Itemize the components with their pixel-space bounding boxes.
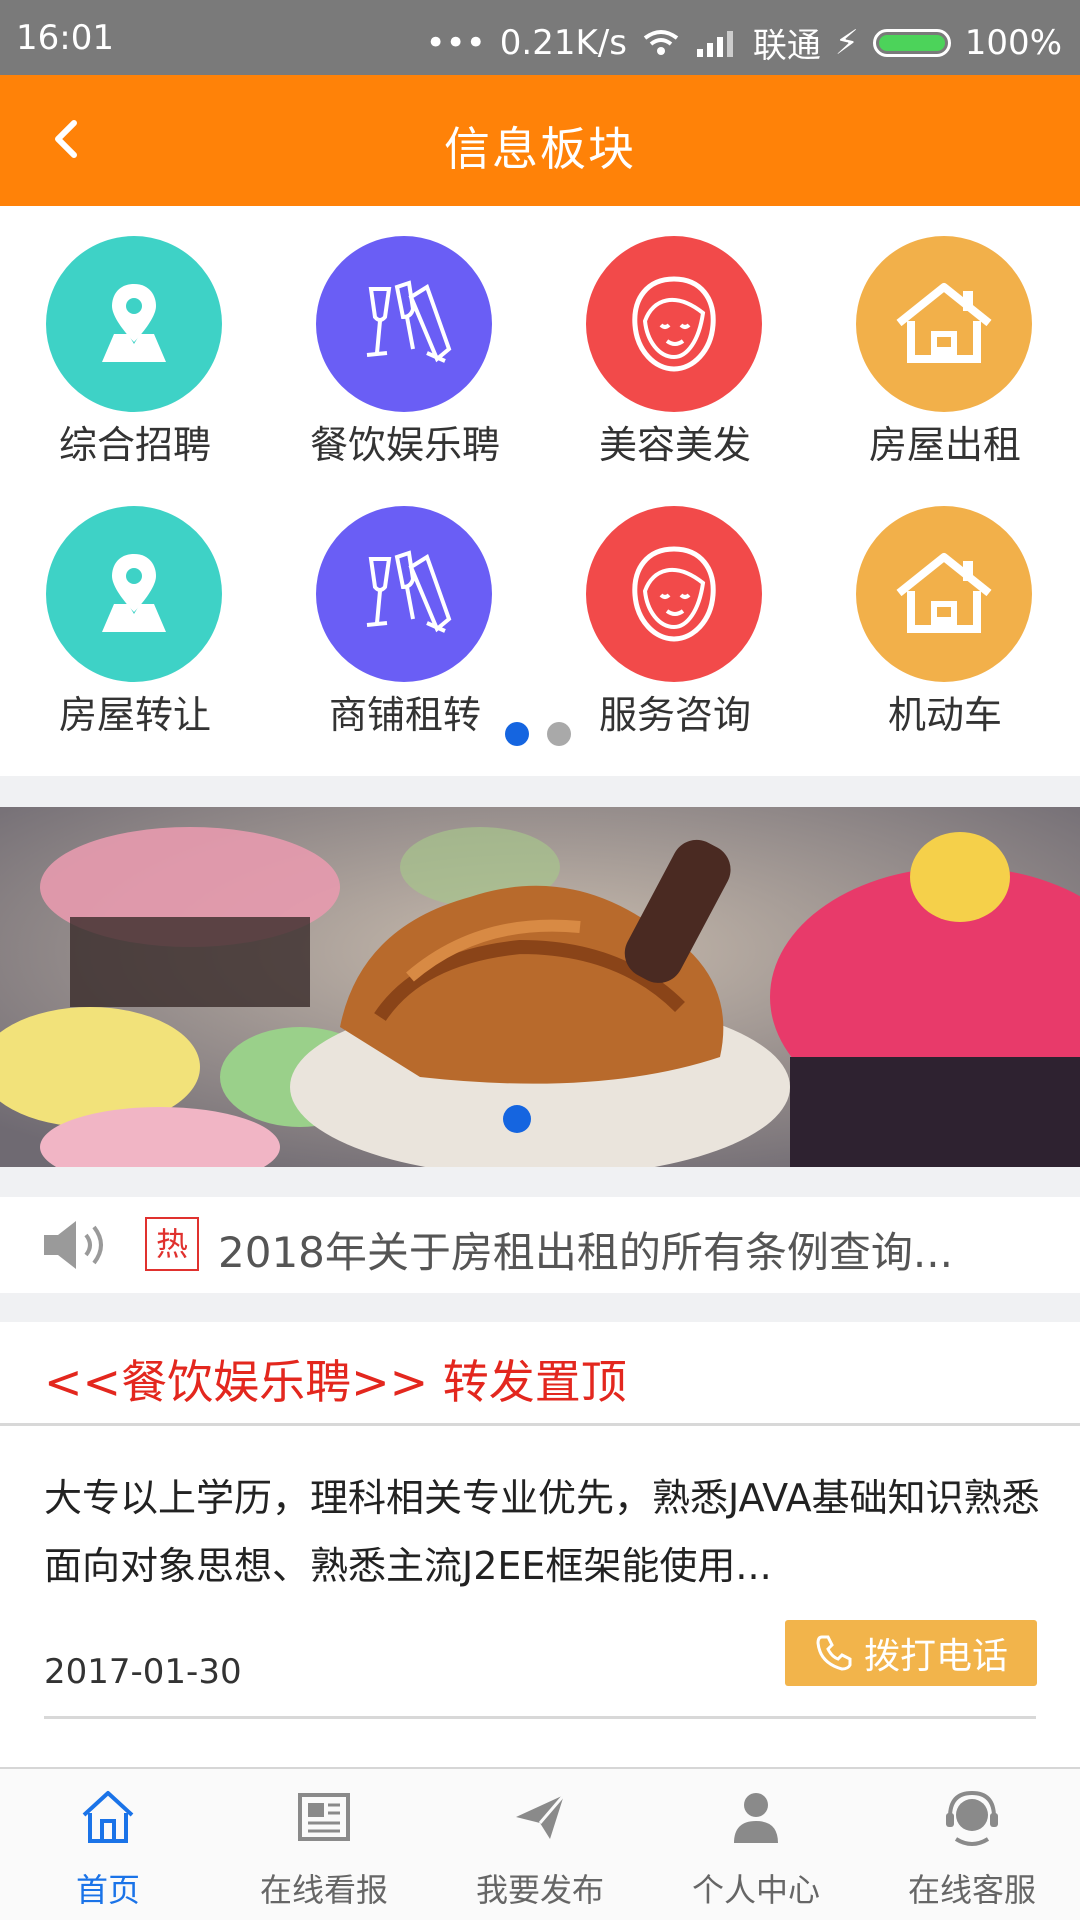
- paper-plane-icon: [516, 1794, 566, 1839]
- app-header: 信息板块: [0, 75, 1080, 206]
- banner-pager-dot[interactable]: [503, 1105, 531, 1133]
- category-label: 综合招聘: [58, 423, 211, 467]
- category-label: 服务咨询: [598, 693, 751, 737]
- divider: [0, 1423, 1080, 1426]
- tab-profile[interactable]: 个人中心: [648, 1769, 864, 1920]
- phone-icon: [816, 1635, 852, 1671]
- network-speed: 0.21K/s: [499, 22, 627, 63]
- category-label: 房屋转让: [58, 693, 211, 737]
- house-icon: [856, 506, 1032, 682]
- category-item[interactable]: 餐饮娱乐聘: [270, 206, 540, 476]
- speaker-icon: [44, 1221, 103, 1269]
- home-icon: [82, 1791, 134, 1843]
- house-icon: [856, 236, 1032, 412]
- category-grid: 综合招聘 餐饮娱乐聘 美容美发 房屋出租 房屋转让 商铺租转 服务咨询 机动车: [0, 206, 1080, 776]
- category-label: 商铺租转: [328, 693, 481, 737]
- champagne-icon: [316, 506, 492, 682]
- status-bar: 16:01 ••• 0.21K/s 联通 ⚡ 100%: [0, 0, 1080, 75]
- notice-text[interactable]: 2018年关于房租出租的所有条例查询...: [218, 1219, 953, 1280]
- category-label: 餐饮娱乐聘: [309, 423, 500, 467]
- post-card[interactable]: <<餐饮娱乐聘>> 转发置顶 大专以上学历，理科相关专业优先，熟悉JAVA基础知…: [0, 1322, 1080, 1767]
- tab-label: 个人中心: [691, 1871, 820, 1909]
- banner-image: [0, 807, 1080, 1167]
- status-time: 16:01: [16, 18, 114, 58]
- face-icon: [586, 236, 762, 412]
- post-body[interactable]: 大专以上学历，理科相关专业优先，熟悉JAVA基础知识熟悉面向对象思想、熟悉主流J…: [44, 1464, 1044, 1600]
- promo-banner[interactable]: [0, 807, 1080, 1167]
- divider: [44, 1716, 1036, 1719]
- tab-publish[interactable]: 我要发布: [432, 1769, 648, 1920]
- pager-dot-active[interactable]: [505, 722, 529, 746]
- category-label: 机动车: [887, 693, 1002, 737]
- tab-label: 在线客服: [907, 1871, 1036, 1909]
- post-date: 2017-01-30: [44, 1652, 242, 1692]
- newspaper-icon: [298, 1793, 350, 1841]
- carrier-name: 联通: [752, 26, 821, 66]
- tab-support[interactable]: 在线客服: [864, 1769, 1080, 1920]
- wifi-icon: [643, 29, 679, 55]
- category-item[interactable]: 综合招聘: [0, 206, 270, 476]
- more-icon: •••: [425, 22, 486, 63]
- tab-newspaper[interactable]: 在线看报: [216, 1769, 432, 1920]
- category-item[interactable]: 商铺租转: [270, 476, 540, 746]
- headset-icon: [946, 1790, 998, 1846]
- post-heading[interactable]: <<餐饮娱乐聘>> 转发置顶: [44, 1346, 627, 1412]
- bottom-tab-bar: 首页 在线看报 我要发布 个人中心 在线客服: [0, 1767, 1080, 1920]
- tab-label: 我要发布: [475, 1871, 604, 1909]
- category-item[interactable]: 房屋出租: [810, 206, 1080, 476]
- category-item[interactable]: 服务咨询: [540, 476, 810, 746]
- notice-bar[interactable]: 热 2018年关于房租出租的所有条例查询...: [0, 1197, 1080, 1293]
- category-label: 美容美发: [598, 423, 751, 467]
- charging-icon: ⚡: [834, 22, 859, 63]
- category-label: 房屋出租: [868, 423, 1021, 467]
- page-title: 信息板块: [444, 122, 636, 176]
- pager-dot[interactable]: [547, 722, 571, 746]
- tab-label: 首页: [75, 1871, 140, 1909]
- battery-icon: [872, 28, 951, 57]
- person-icon: [734, 1793, 778, 1843]
- map-pin-icon: [46, 506, 222, 682]
- tab-home[interactable]: 首页: [0, 1769, 216, 1920]
- hot-badge: 热: [145, 1217, 199, 1271]
- call-button[interactable]: 拨打电话: [785, 1620, 1037, 1686]
- call-button-label: 拨打电话: [863, 1636, 1008, 1677]
- map-pin-icon: [46, 236, 222, 412]
- category-item[interactable]: 机动车: [810, 476, 1080, 746]
- champagne-icon: [316, 236, 492, 412]
- category-item[interactable]: 美容美发: [540, 206, 810, 476]
- category-item[interactable]: 房屋转让: [0, 476, 270, 746]
- face-icon: [586, 506, 762, 682]
- category-pager: [505, 722, 571, 746]
- battery-level: 100%: [964, 22, 1062, 63]
- tab-label: 在线看报: [259, 1871, 388, 1909]
- signal-icon: [696, 30, 733, 57]
